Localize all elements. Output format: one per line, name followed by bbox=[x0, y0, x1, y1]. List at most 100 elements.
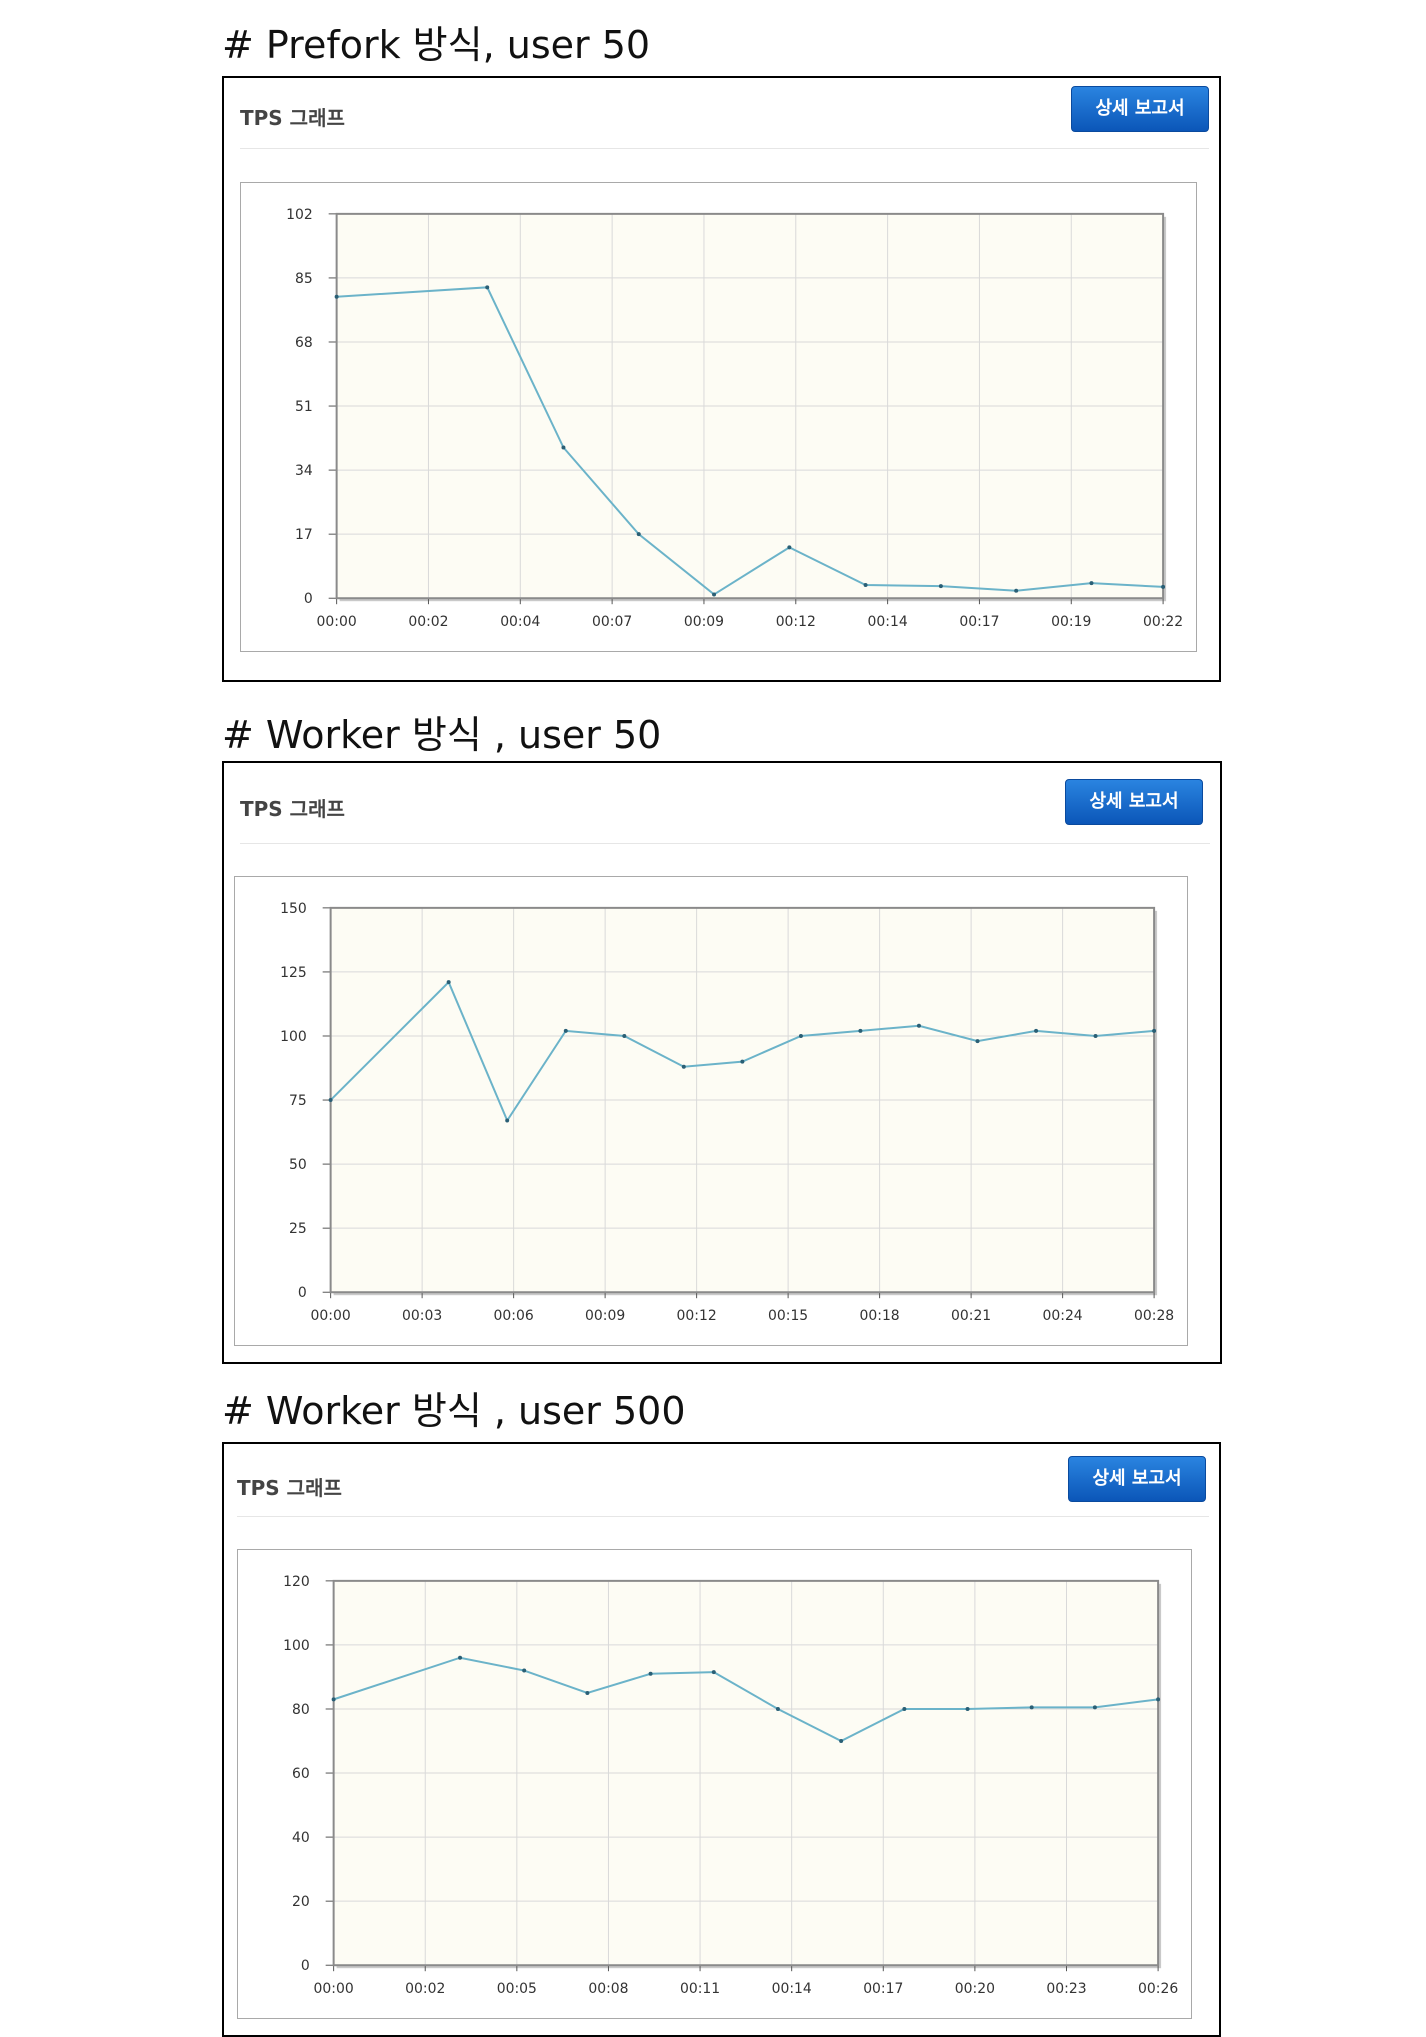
y-tick-label: 0 bbox=[298, 1285, 307, 1301]
data-point bbox=[839, 1739, 844, 1744]
heading-worker-500: # Worker 방식 , user 500 bbox=[222, 1389, 686, 1433]
data-point bbox=[505, 1118, 510, 1123]
data-point bbox=[858, 1028, 863, 1033]
data-point bbox=[902, 1706, 907, 1711]
data-point bbox=[798, 1033, 803, 1038]
data-point bbox=[787, 545, 792, 550]
chart-frame: 0 25 50 75 100 125 150 00:00 00:03 00:06 00:09 00:1… bbox=[234, 876, 1188, 1346]
chart-frame: 0 20 40 60 80 100 120 00:00 00:02 00:05 00:08 00:11… bbox=[237, 1549, 1192, 2019]
data-point bbox=[916, 1023, 921, 1028]
data-point bbox=[863, 583, 868, 588]
panel-divider bbox=[240, 148, 1209, 149]
tps-line-chart: 0 25 50 75 100 125 150 00:00 00:03 00:06 00:09 00:1… bbox=[280, 901, 1174, 1324]
data-point bbox=[965, 1706, 970, 1711]
x-tick-label: 00:11 bbox=[680, 1981, 720, 1997]
x-tick-label: 00:04 bbox=[500, 614, 540, 630]
data-point bbox=[1089, 581, 1094, 586]
detail-report-button[interactable]: 상세 보고서 bbox=[1065, 779, 1203, 825]
y-tick-label: 100 bbox=[283, 1638, 310, 1654]
data-point bbox=[712, 592, 717, 597]
data-point bbox=[585, 1690, 590, 1695]
chart-frame: 0 17 34 51 68 85 102 00:00 00:02 00:04 00:07 00:09 0… bbox=[240, 182, 1197, 652]
x-tick-label: 00:09 bbox=[585, 1308, 625, 1324]
data-point bbox=[522, 1668, 527, 1673]
x-tick-label: 00:22 bbox=[1143, 614, 1183, 630]
data-point bbox=[446, 980, 451, 985]
y-tick-label: 40 bbox=[292, 1830, 310, 1846]
x-tick-label: 00:20 bbox=[955, 1981, 995, 1997]
data-point bbox=[775, 1706, 780, 1711]
y-tick-label: 34 bbox=[295, 463, 313, 479]
panel-title: TPS 그래프 bbox=[237, 1476, 342, 1500]
data-point bbox=[1093, 1033, 1098, 1038]
y-tick-label: 20 bbox=[292, 1894, 310, 1910]
y-tick-label: 100 bbox=[280, 1029, 307, 1045]
data-point bbox=[328, 1098, 333, 1103]
x-tick-label: 00:12 bbox=[776, 614, 816, 630]
y-tick-label: 102 bbox=[286, 207, 313, 223]
x-tick-label: 00:12 bbox=[677, 1308, 717, 1324]
x-tick-label: 00:02 bbox=[408, 614, 448, 630]
x-tick-label: 00:14 bbox=[868, 614, 908, 630]
data-point bbox=[648, 1671, 653, 1676]
x-tick-label: 00:21 bbox=[951, 1308, 991, 1324]
data-point bbox=[1034, 1028, 1039, 1033]
x-tick-label: 00:17 bbox=[863, 1981, 903, 1997]
x-tick-label: 00:00 bbox=[314, 1981, 354, 1997]
y-tick-label: 60 bbox=[292, 1766, 310, 1782]
x-tick-label: 00:14 bbox=[772, 1981, 812, 1997]
data-point bbox=[681, 1064, 686, 1069]
x-tick-label: 00:08 bbox=[588, 1981, 628, 1997]
panel-divider bbox=[237, 1516, 1209, 1517]
data-point bbox=[636, 532, 641, 537]
y-tick-label: 85 bbox=[295, 271, 313, 287]
x-tick-label: 00:05 bbox=[497, 1981, 537, 1997]
data-point bbox=[1014, 588, 1019, 593]
x-tick-label: 00:09 bbox=[684, 614, 724, 630]
x-tick-label: 00:00 bbox=[311, 1308, 351, 1324]
tps-panel-prefork-50: TPS 그래프 상세 보고서 0 17 34 51 68 85 102 00:00 00:02 0… bbox=[222, 76, 1221, 682]
x-tick-label: 00:06 bbox=[494, 1308, 534, 1324]
x-tick-label: 00:03 bbox=[402, 1308, 442, 1324]
data-point bbox=[740, 1059, 745, 1064]
x-tick-label: 00:18 bbox=[860, 1308, 900, 1324]
y-tick-label: 17 bbox=[295, 527, 313, 543]
y-tick-label: 50 bbox=[289, 1157, 307, 1173]
tps-line-chart: 0 20 40 60 80 100 120 00:00 00:02 00:05 00:08 00:11… bbox=[283, 1574, 1178, 1997]
x-tick-label: 00:26 bbox=[1138, 1981, 1178, 1997]
data-point bbox=[485, 285, 490, 290]
y-tick-label: 80 bbox=[292, 1702, 310, 1718]
x-tick-label: 00:02 bbox=[405, 1981, 445, 1997]
data-point bbox=[1029, 1705, 1034, 1710]
data-point bbox=[1152, 1028, 1157, 1033]
x-tick-label: 00:15 bbox=[768, 1308, 808, 1324]
heading-prefork-50: # Prefork 방식, user 50 bbox=[222, 23, 651, 67]
data-point bbox=[561, 445, 566, 450]
y-tick-label: 68 bbox=[295, 335, 313, 351]
x-tick-label: 00:24 bbox=[1043, 1308, 1083, 1324]
y-tick-label: 51 bbox=[295, 399, 313, 415]
data-point bbox=[975, 1039, 980, 1044]
panel-divider bbox=[240, 843, 1210, 844]
data-point bbox=[458, 1655, 463, 1660]
y-tick-label: 0 bbox=[304, 591, 313, 607]
data-point bbox=[563, 1028, 568, 1033]
data-point bbox=[622, 1033, 627, 1038]
panel-title: TPS 그래프 bbox=[240, 106, 345, 130]
x-tick-label: 00:23 bbox=[1046, 1981, 1086, 1997]
y-tick-label: 0 bbox=[301, 1958, 310, 1974]
detail-report-button[interactable]: 상세 보고서 bbox=[1071, 86, 1209, 132]
x-tick-label: 00:00 bbox=[317, 614, 357, 630]
data-point bbox=[1092, 1705, 1097, 1710]
data-point bbox=[711, 1670, 716, 1675]
detail-report-button[interactable]: 상세 보고서 bbox=[1068, 1456, 1206, 1502]
y-tick-label: 25 bbox=[289, 1221, 307, 1237]
y-tick-label: 75 bbox=[289, 1093, 307, 1109]
data-point bbox=[334, 294, 339, 299]
tps-line-chart: 0 17 34 51 68 85 102 00:00 00:02 00:04 00:07 00:09 0… bbox=[286, 207, 1183, 630]
y-tick-label: 120 bbox=[283, 1574, 310, 1590]
y-tick-label: 150 bbox=[280, 901, 307, 917]
tps-panel-worker-500: TPS 그래프 상세 보고서 0 20 40 60 80 100 120 00:00 00:02… bbox=[222, 1442, 1221, 2037]
data-point bbox=[1156, 1697, 1161, 1702]
x-tick-label: 00:07 bbox=[592, 614, 632, 630]
